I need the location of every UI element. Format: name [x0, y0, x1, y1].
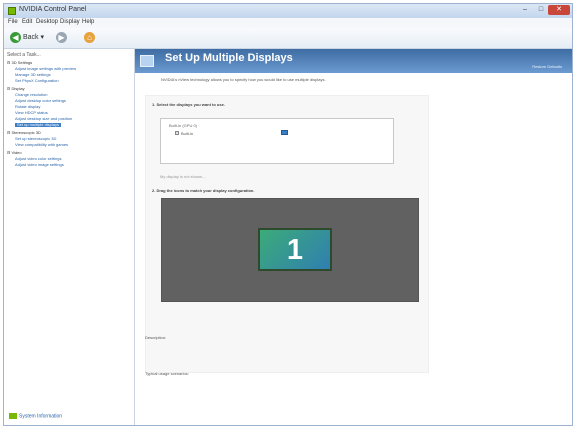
tree-item-game-compat[interactable]: View compatibility with games: [15, 143, 68, 147]
menu-file[interactable]: File: [8, 19, 18, 25]
display-1-tile[interactable]: 1: [258, 228, 332, 271]
menu-help[interactable]: Help: [82, 19, 94, 25]
home-button[interactable]: ⌂: [84, 31, 95, 45]
tree-item-setup-stereo[interactable]: Set up stereoscopic 3D: [15, 137, 56, 141]
monitor-icon: [281, 130, 288, 135]
back-button[interactable]: ◀ Back ▾: [10, 31, 44, 45]
toolbar: ◀ Back ▾ ▶ ⌂: [4, 28, 572, 49]
task-sidebar: Select a Task... ⊟ 3D Settings Adjust im…: [4, 49, 135, 425]
display-list: Built-in (GPU 0) Built-in: [160, 118, 394, 164]
minimize-button[interactable]: –: [518, 5, 532, 15]
tree-item-rotate-display[interactable]: Rotate display: [15, 105, 40, 109]
tree-item-multiple-displays[interactable]: Set up multiple displays: [15, 123, 62, 127]
back-arrow-icon: ◀: [10, 31, 21, 43]
page-banner: Set Up Multiple Displays Restore Default…: [135, 49, 572, 73]
description-label: Description:: [145, 335, 167, 340]
home-icon: ⌂: [84, 31, 95, 43]
restore-defaults-link[interactable]: Restore Defaults: [532, 64, 562, 69]
tree-item-adjust-image[interactable]: Adjust image settings with preview: [15, 67, 76, 71]
tree-item-hdcp-status[interactable]: View HDCP status: [15, 111, 48, 115]
menu-edit[interactable]: Edit: [22, 19, 32, 25]
tree-item-manage-3d[interactable]: Manage 3D settings: [15, 73, 51, 77]
display-number: 1: [286, 234, 304, 266]
tree-item-physx[interactable]: Set PhysX Configuration: [15, 79, 59, 83]
content-pane: Set Up Multiple Displays Restore Default…: [135, 49, 572, 425]
system-information-link[interactable]: System Information: [9, 412, 63, 419]
back-label: Back: [22, 34, 39, 41]
tree-item-change-resolution[interactable]: Change resolution: [15, 93, 47, 97]
tree-category-display[interactable]: ⊟ Display: [7, 87, 25, 91]
forward-button[interactable]: ▶: [56, 31, 67, 45]
forward-icon: ▶: [56, 31, 67, 43]
tree-category-video[interactable]: ⊟ Video: [7, 151, 22, 155]
section-2-title: 2. Drag the icons to match your display …: [152, 188, 255, 193]
page-description: NVIDIA's nView technology allows you to …: [161, 77, 326, 82]
display-not-shown-link[interactable]: My display is not shown...: [160, 174, 206, 179]
display-group-label: Built-in (GPU 0): [169, 123, 198, 128]
back-dropdown-icon: ▾: [40, 34, 44, 41]
tree-category-3d-settings[interactable]: ⊟ 3D Settings: [7, 61, 32, 65]
tree-item-desktop-size[interactable]: Adjust desktop size and position: [15, 117, 72, 121]
menu-display[interactable]: Display: [60, 19, 80, 25]
title-bar: NVIDIA Control Panel – □ ✕: [4, 4, 572, 18]
system-information-label: System Information: [19, 413, 63, 419]
page-title: Set Up Multiple Displays: [165, 52, 293, 64]
tree-item-video-image[interactable]: Adjust video image settings: [15, 163, 64, 167]
nvidia-logo-icon: [8, 7, 16, 15]
typical-usage-label: Typical usage scenarios:: [145, 371, 189, 376]
section-1-title: 1. Select the displays you want to use.: [152, 102, 225, 107]
tree-item-video-color[interactable]: Adjust video color settings: [15, 157, 61, 161]
display-arrangement-area: 1: [161, 198, 419, 302]
nvidia-logo-icon: [9, 412, 17, 419]
app-window: NVIDIA Control Panel – □ ✕ File Edit Des…: [3, 3, 573, 426]
maximize-button[interactable]: □: [534, 5, 548, 15]
close-button[interactable]: ✕: [548, 5, 570, 15]
settings-panel: 1. Select the displays you want to use. …: [145, 95, 429, 373]
window-title: NVIDIA Control Panel: [19, 6, 87, 13]
display-checkbox[interactable]: [175, 131, 179, 135]
tree-category-stereoscopic[interactable]: ⊟ Stereoscopic 3D: [7, 131, 41, 135]
tree-item-desktop-color[interactable]: Adjust desktop color settings: [15, 99, 66, 103]
menu-bar: File Edit Desktop Display Help: [4, 18, 572, 28]
display-name: Built-in: [181, 131, 194, 136]
task-header: Select a Task...: [7, 52, 41, 58]
multiple-displays-icon: [140, 55, 154, 67]
menu-desktop[interactable]: Desktop: [36, 19, 58, 25]
